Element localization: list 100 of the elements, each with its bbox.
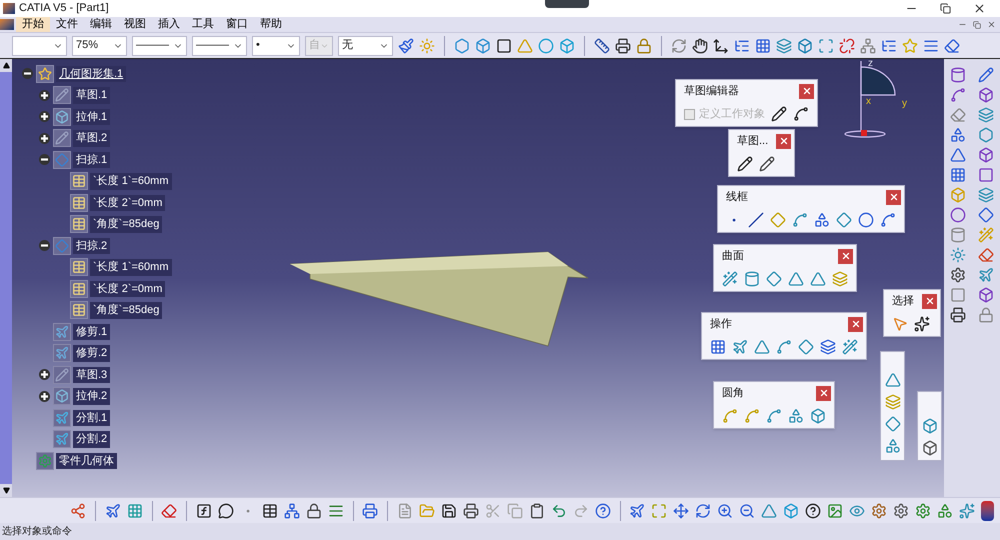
menu-item[interactable]: 文件: [50, 17, 84, 32]
pencil-icon[interactable]: [978, 67, 994, 83]
tree-node-label[interactable]: 草图.3: [73, 366, 110, 383]
zoom-in-icon[interactable]: [717, 502, 734, 518]
layers-icon[interactable]: [776, 38, 792, 54]
collapse-toggle[interactable]: [22, 68, 32, 80]
circle-icon[interactable]: [858, 212, 874, 228]
list-icon[interactable]: [923, 38, 939, 54]
cylinder-icon[interactable]: [950, 67, 966, 83]
tree-node-label[interactable]: 扫掠.1: [73, 152, 110, 168]
line-icon[interactable]: [748, 212, 764, 228]
grid-icon[interactable]: [755, 38, 771, 54]
pointer-icon[interactable]: [892, 316, 908, 332]
expand-toggle[interactable]: [38, 111, 50, 122]
box-icon[interactable]: [559, 38, 575, 54]
formula-icon[interactable]: [196, 502, 212, 518]
dropdown[interactable]: 无: [338, 36, 393, 56]
menu-item[interactable]: 编辑: [84, 17, 118, 32]
tree-node-label[interactable]: 修剪.2: [73, 345, 110, 362]
layers-icon[interactable]: [978, 187, 994, 203]
close-icon[interactable]: [987, 20, 996, 29]
circle-icon[interactable]: [538, 38, 554, 54]
lock-icon[interactable]: [306, 502, 322, 518]
sketch-icon[interactable]: [771, 106, 787, 122]
save-icon[interactable]: [440, 502, 457, 518]
tree-node-label[interactable]: 零件几何体: [56, 452, 117, 469]
scroll-down-icon[interactable]: [2, 487, 10, 494]
tree-node-label[interactable]: `角度`=85deg: [90, 302, 162, 318]
list-icon[interactable]: [881, 38, 897, 54]
gear-icon[interactable]: [871, 502, 888, 518]
dropdown[interactable]: ———: [132, 36, 187, 56]
gear-icon[interactable]: [950, 267, 966, 283]
scrollbar[interactable]: [0, 59, 12, 497]
spline-icon[interactable]: [950, 87, 966, 103]
eraser-icon[interactable]: [950, 107, 966, 123]
pan-icon[interactable]: [673, 502, 690, 518]
tree-node-label[interactable]: 拉伸.1: [73, 108, 110, 125]
link-icon[interactable]: [70, 502, 86, 518]
menu-item[interactable]: 插入: [152, 17, 186, 32]
sketch-icon[interactable]: [759, 156, 775, 172]
restore-icon[interactable]: [940, 3, 951, 14]
tree-node-label[interactable]: `角度`=85deg: [90, 216, 162, 232]
tree-node-label[interactable]: 拉伸.2: [73, 388, 110, 404]
close-icon[interactable]: [973, 2, 986, 15]
frame-icon[interactable]: [496, 38, 512, 54]
dropdown[interactable]: 75%: [72, 36, 127, 56]
list-icon[interactable]: [328, 502, 344, 518]
expand-toggle[interactable]: [38, 390, 50, 402]
expand-toggle[interactable]: [38, 90, 50, 101]
sparkles-icon[interactable]: [959, 502, 976, 518]
diamond-icon[interactable]: [978, 207, 994, 223]
expand-toggle[interactable]: [38, 132, 50, 144]
scroll-up-icon[interactable]: [2, 62, 10, 69]
box-icon[interactable]: [978, 87, 994, 103]
collapse-toggle[interactable]: [38, 240, 50, 252]
menu-item[interactable]: 工具: [186, 17, 220, 32]
tree-node-label[interactable]: `长度 2`=0mm: [90, 194, 166, 211]
gear-icon[interactable]: [915, 502, 932, 518]
undo-icon[interactable]: [550, 502, 567, 518]
rotate-icon[interactable]: [695, 502, 712, 518]
comment-icon[interactable]: [218, 502, 234, 518]
tree-node-label[interactable]: 分割.2: [73, 431, 110, 448]
refresh-icon[interactable]: [671, 38, 687, 54]
image-icon[interactable]: [827, 502, 844, 518]
printer-icon[interactable]: [362, 502, 378, 518]
tree-node-label[interactable]: 草图.2: [73, 130, 110, 146]
collapse-toggle[interactable]: [38, 154, 50, 166]
circle-icon[interactable]: [950, 207, 966, 223]
hexagon-icon[interactable]: [978, 127, 994, 143]
dropdown[interactable]: •: [252, 36, 300, 56]
eraser-icon[interactable]: [161, 502, 178, 518]
cube-icon[interactable]: [922, 418, 938, 434]
restore-icon[interactable]: [973, 20, 981, 28]
tree-node-label[interactable]: 修剪.1: [73, 324, 110, 340]
ruler-icon[interactable]: [594, 38, 610, 54]
grid-icon[interactable]: [950, 167, 966, 183]
help-icon[interactable]: [805, 502, 822, 518]
triangle-icon[interactable]: [950, 147, 966, 163]
shapes-icon[interactable]: [884, 438, 900, 454]
network-icon[interactable]: [284, 502, 300, 518]
menu-item[interactable]: 窗口: [220, 17, 254, 32]
view-icon[interactable]: [849, 502, 866, 518]
menu-item[interactable]: 开始: [16, 17, 50, 32]
curve-icon[interactable]: [793, 106, 809, 122]
zoom-out-icon[interactable]: [739, 502, 756, 518]
tree-node-label[interactable]: 分割.1: [73, 410, 110, 426]
eraser-icon[interactable]: [944, 38, 960, 54]
layers-icon[interactable]: [978, 107, 994, 123]
tree-node-label[interactable]: 扫掠.2: [73, 238, 110, 254]
axis-icon[interactable]: [713, 38, 729, 54]
network-icon[interactable]: [860, 38, 876, 54]
cube-icon[interactable]: [797, 38, 813, 54]
shapes-icon[interactable]: [950, 127, 966, 143]
cube-icon[interactable]: [978, 147, 994, 163]
tree-icon[interactable]: [734, 38, 750, 54]
gear-icon[interactable]: [893, 502, 910, 518]
printer-icon[interactable]: [462, 502, 479, 518]
tree-node-label[interactable]: `长度 1`=60mm: [90, 259, 172, 276]
table-icon[interactable]: [262, 502, 278, 518]
cube-icon[interactable]: [475, 38, 491, 54]
